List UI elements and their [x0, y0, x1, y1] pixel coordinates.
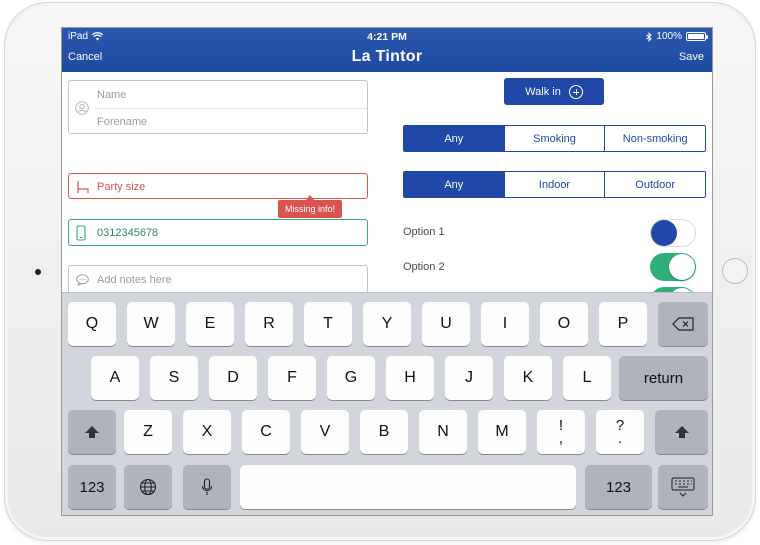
- key-u[interactable]: U: [422, 302, 470, 346]
- bluetooth-icon: [646, 31, 653, 42]
- key-h[interactable]: H: [386, 356, 434, 400]
- key-x[interactable]: X: [183, 410, 231, 454]
- shift-key-right[interactable]: [655, 410, 708, 454]
- screen: iPad 4:21 PM 100% Cancel La Tintor Save …: [61, 27, 713, 516]
- toggle-knob: [651, 220, 677, 246]
- hide-keyboard-icon: [671, 477, 695, 497]
- key-o[interactable]: O: [540, 302, 588, 346]
- party-size-field[interactable]: Party size: [68, 173, 368, 199]
- key-t[interactable]: T: [304, 302, 352, 346]
- segment-any-smoking[interactable]: Any: [404, 126, 504, 151]
- option-1-toggle[interactable]: [650, 219, 696, 247]
- key-w[interactable]: W: [127, 302, 175, 346]
- name-input[interactable]: Name: [97, 89, 126, 101]
- ipad-frame: iPad 4:21 PM 100% Cancel La Tintor Save …: [4, 2, 756, 541]
- battery-percent: 100%: [656, 31, 682, 42]
- phone-field[interactable]: 0312345678: [68, 219, 368, 246]
- location-segmented-control: Any Indoor Outdoor: [403, 171, 706, 198]
- space-key[interactable]: [240, 465, 576, 509]
- microphone-key[interactable]: [183, 465, 231, 509]
- numbers-key-left[interactable]: 123: [68, 465, 116, 509]
- notes-placeholder: Add notes here: [97, 274, 172, 286]
- period-label: .: [617, 430, 623, 447]
- party-size-label: Party size: [97, 181, 146, 193]
- chair-icon: [77, 181, 89, 193]
- user-icon: [75, 101, 89, 115]
- segment-non-smoking[interactable]: Non-smoking: [604, 126, 705, 151]
- segment-any-location[interactable]: Any: [404, 172, 504, 197]
- option-2-label: Option 2: [403, 261, 445, 273]
- shift-icon: [85, 426, 99, 438]
- key-y[interactable]: Y: [363, 302, 411, 346]
- phone-icon: [76, 225, 86, 241]
- key-p[interactable]: P: [599, 302, 647, 346]
- name-field-group: Name Forename: [68, 80, 368, 134]
- field-divider: [95, 108, 367, 109]
- status-time: 4:21 PM: [367, 31, 407, 43]
- segment-indoor[interactable]: Indoor: [503, 172, 605, 197]
- shift-key-left[interactable]: [68, 410, 116, 454]
- battery-icon: [686, 32, 708, 41]
- smoking-segmented-control: Any Smoking Non-smoking: [403, 125, 706, 152]
- key-f[interactable]: F: [268, 356, 316, 400]
- app-title: La Tintor: [351, 48, 423, 65]
- forename-input[interactable]: Forename: [97, 116, 147, 128]
- globe-icon: [139, 478, 157, 496]
- walk-in-label: Walk in: [525, 85, 561, 98]
- speech-bubble-icon: [76, 274, 89, 286]
- key-m[interactable]: M: [478, 410, 526, 454]
- return-key[interactable]: return: [619, 356, 708, 400]
- missing-info-tooltip: Missing info!: [278, 195, 343, 218]
- toggle-knob: [669, 254, 695, 280]
- backspace-key[interactable]: [658, 302, 708, 346]
- key-c[interactable]: C: [242, 410, 290, 454]
- key-j[interactable]: J: [445, 356, 493, 400]
- walk-in-button[interactable]: Walk in: [504, 78, 604, 105]
- phone-value: 0312345678: [97, 227, 159, 239]
- key-s[interactable]: S: [150, 356, 198, 400]
- option-2-toggle[interactable]: [650, 253, 696, 281]
- status-bar: iPad 4:21 PM 100%: [62, 28, 712, 46]
- segment-outdoor[interactable]: Outdoor: [604, 172, 705, 197]
- status-right: 100%: [646, 31, 708, 42]
- question-period-key[interactable]: ? .: [596, 410, 644, 454]
- globe-key[interactable]: [124, 465, 172, 509]
- exclaim-comma-key[interactable]: ! ,: [537, 410, 585, 454]
- camera: [35, 269, 41, 275]
- header: iPad 4:21 PM 100% Cancel La Tintor Save: [62, 28, 712, 72]
- key-r[interactable]: R: [245, 302, 293, 346]
- keyboard: Q W E R T Y U I O P A S D F G H J K L re…: [62, 292, 712, 515]
- hide-keyboard-key[interactable]: [658, 465, 708, 509]
- home-button[interactable]: [722, 258, 748, 284]
- key-a[interactable]: A: [91, 356, 139, 400]
- key-e[interactable]: E: [186, 302, 234, 346]
- key-z[interactable]: Z: [124, 410, 172, 454]
- backspace-icon: [672, 317, 694, 331]
- option-1-label: Option 1: [403, 226, 445, 238]
- comma-label: ,: [558, 430, 564, 447]
- key-g[interactable]: G: [327, 356, 375, 400]
- key-q[interactable]: Q: [68, 302, 116, 346]
- key-n[interactable]: N: [419, 410, 467, 454]
- key-v[interactable]: V: [301, 410, 349, 454]
- numbers-key-right[interactable]: 123: [585, 465, 652, 509]
- plus-circle-icon: [568, 84, 583, 99]
- key-b[interactable]: B: [360, 410, 408, 454]
- key-k[interactable]: K: [504, 356, 552, 400]
- key-i[interactable]: I: [481, 302, 529, 346]
- microphone-icon: [201, 478, 213, 495]
- save-button[interactable]: Save: [679, 51, 704, 63]
- key-l[interactable]: L: [563, 356, 611, 400]
- segment-smoking[interactable]: Smoking: [503, 126, 605, 151]
- key-d[interactable]: D: [209, 356, 257, 400]
- shift-icon: [674, 426, 689, 438]
